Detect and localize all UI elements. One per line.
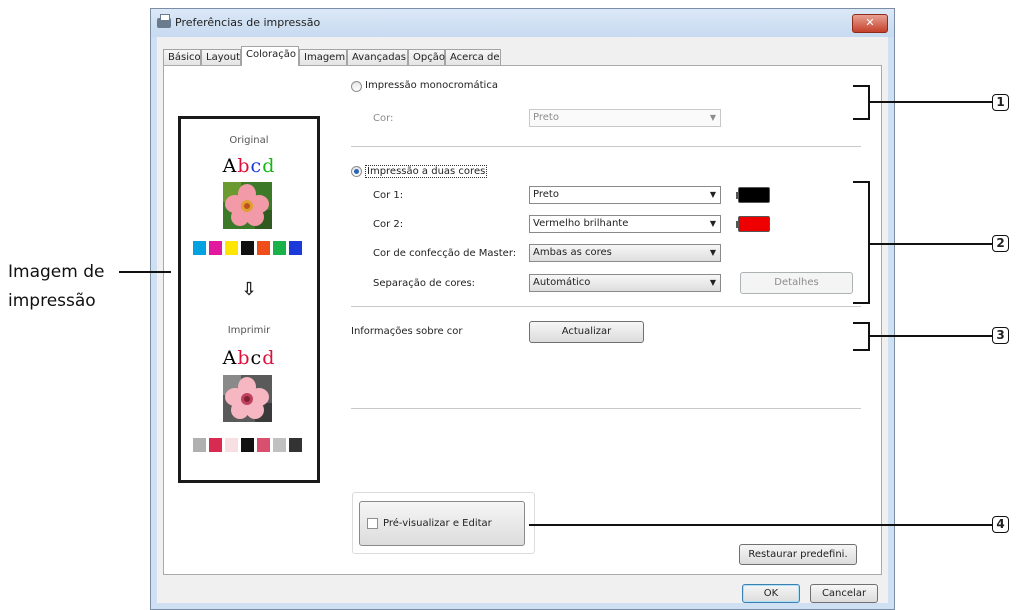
callout-1: 1 (992, 94, 1009, 111)
annotation-leader (869, 243, 992, 245)
chevron-down-icon: ▼ (709, 278, 716, 287)
dual-print-label: Impressão a duas cores (365, 165, 488, 178)
color-swatch (289, 438, 302, 452)
original-label: Original (229, 135, 269, 146)
sample-letter: A (222, 155, 238, 177)
color-swatch (289, 241, 302, 255)
original-sample-text: Abcd (181, 155, 317, 177)
tab-acerca-de[interactable]: Acerca de (445, 49, 501, 65)
color-swatch (225, 241, 238, 255)
divider (351, 306, 861, 307)
color-separation-value: Automático (533, 277, 591, 288)
mono-color-value: Preto (533, 112, 559, 123)
down-arrow-icon: ⇩ (241, 279, 257, 300)
master-color-select[interactable]: Ambas as cores ▼ (529, 244, 721, 262)
print-flower-image (223, 375, 272, 422)
dialog-client: Básico Layout Coloração Imagem Avançadas… (157, 37, 888, 603)
annotation-leader (529, 524, 992, 526)
mono-color-select[interactable]: Preto ▼ (529, 109, 721, 127)
preview-edit-checkbox[interactable] (367, 518, 378, 529)
tab-layout[interactable]: Layout (201, 49, 241, 65)
chevron-down-icon: ▼ (709, 113, 716, 122)
mono-print-radio[interactable] (351, 81, 362, 92)
print-image-preview: Original Abcd ⇩ Imprimir Abcd (178, 116, 320, 483)
color-swatch (273, 438, 286, 452)
callout-2: 2 (992, 235, 1009, 252)
color-swatch (241, 438, 254, 452)
color2-value: Vermelho brilhante (533, 218, 629, 229)
mono-color-label: Cor: (373, 113, 394, 124)
color-swatch (225, 438, 238, 452)
tab-avancadas[interactable]: Avançadas (347, 49, 408, 65)
ok-button[interactable]: OK (742, 584, 800, 603)
sample-letter: d (262, 347, 276, 369)
details-button[interactable]: Detalhes (740, 272, 853, 294)
tab-imagem[interactable]: Imagem (299, 49, 347, 65)
color1-value: Preto (533, 189, 559, 200)
printer-icon (157, 14, 171, 28)
annotation-leader (869, 101, 992, 103)
sample-letter: d (262, 155, 276, 177)
color1-swatch (736, 187, 770, 203)
sample-letter: c (250, 155, 263, 177)
chevron-down-icon: ▼ (709, 190, 716, 199)
annotation-line1: Imagem de (8, 262, 105, 282)
chevron-down-icon: ▼ (709, 248, 716, 257)
print-image-annotation: Imagem de impressão (8, 258, 104, 316)
print-label: Imprimir (227, 325, 271, 336)
original-flower-image (223, 182, 272, 229)
color-info-label: Informações sobre cor (351, 326, 463, 337)
restore-defaults-button[interactable]: Restaurar predefini. (739, 544, 857, 565)
master-color-value: Ambas as cores (533, 247, 612, 258)
title-bar: Preferências de impressão ✕ (151, 9, 894, 37)
dual-print-radio[interactable] (351, 166, 362, 177)
preview-edit-label: Pré-visualizar e Editar (383, 518, 492, 529)
close-button[interactable]: ✕ (852, 14, 888, 33)
color1-select[interactable]: Preto ▼ (529, 186, 721, 204)
callout-3: 3 (992, 327, 1009, 344)
print-preferences-window: Preferências de impressão ✕ Básico Layou… (150, 8, 895, 610)
tab-opcao[interactable]: Opção (408, 49, 445, 65)
sample-letter: A (222, 347, 238, 369)
color-swatch (209, 438, 222, 452)
color2-swatch (736, 216, 770, 232)
window-title: Preferências de impressão (175, 16, 321, 29)
divider (351, 146, 861, 147)
color-swatch (257, 241, 270, 255)
color1-label: Cor 1: (373, 190, 404, 201)
annotation-bracket-1 (853, 85, 870, 120)
color-swatch (193, 438, 206, 452)
color-swatch (273, 241, 286, 255)
tab-basico[interactable]: Básico (163, 49, 201, 65)
sample-letter: b (237, 347, 251, 369)
master-color-label: Cor de confecção de Master: (373, 248, 517, 259)
chevron-down-icon: ▼ (709, 219, 716, 228)
color2-select[interactable]: Vermelho brilhante ▼ (529, 215, 721, 233)
preview-edit-button[interactable]: Pré-visualizar e Editar (359, 501, 525, 546)
color-separation-select[interactable]: Automático ▼ (529, 274, 721, 292)
annotation-line2: impressão (8, 291, 96, 311)
annotation-bracket-3 (853, 322, 870, 351)
callout-4: 4 (992, 516, 1009, 533)
coloracao-panel: Original Abcd ⇩ Imprimir Abcd Impressão … (163, 65, 882, 575)
tab-coloracao[interactable]: Coloração (241, 46, 299, 66)
color-swatch (257, 438, 270, 452)
cancel-button[interactable]: Cancelar (810, 584, 878, 603)
divider (351, 408, 861, 409)
sample-letter: b (237, 155, 251, 177)
annotation-bracket-2 (853, 181, 870, 304)
color-swatch (209, 241, 222, 255)
mono-print-label: Impressão monocromática (365, 80, 498, 91)
update-button[interactable]: Actualizar (529, 321, 644, 343)
color-swatch (241, 241, 254, 255)
print-sample-text: Abcd (181, 347, 317, 369)
color2-label: Cor 2: (373, 219, 404, 230)
annotation-leader (869, 335, 992, 337)
annotation-leader (119, 271, 171, 273)
sample-letter: c (250, 347, 263, 369)
color-swatch (193, 241, 206, 255)
color-separation-label: Separação de cores: (373, 278, 476, 289)
